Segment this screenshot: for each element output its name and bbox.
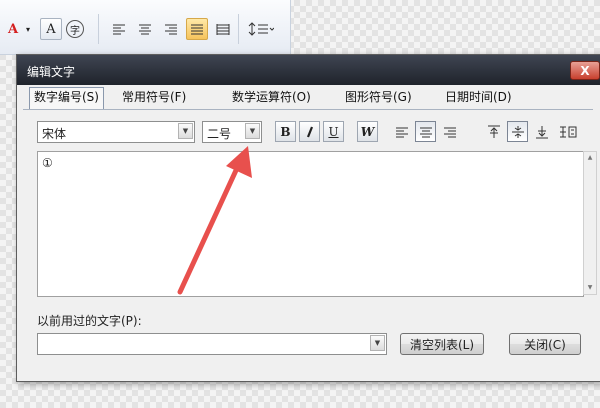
valign-top-button[interactable] xyxy=(483,121,504,142)
valign-bottom-icon xyxy=(535,125,548,138)
dialog-title: 编辑文字 xyxy=(27,65,76,79)
distribute-vertical-icon xyxy=(560,126,577,137)
tab-divider xyxy=(23,109,593,110)
justify-icon xyxy=(191,24,203,35)
wordart-label: W xyxy=(360,124,375,139)
char-shading-button[interactable]: A xyxy=(40,18,62,40)
dialog-titlebar: 编辑文字 xyxy=(17,55,600,85)
chevron-down-icon[interactable]: ▼ xyxy=(178,123,193,139)
bold-button[interactable]: B xyxy=(275,121,296,142)
distribute-icon xyxy=(216,24,230,35)
align-center-button[interactable] xyxy=(134,18,156,40)
align-center-icon xyxy=(139,24,151,35)
close-dialog-button[interactable]: 关闭(C) xyxy=(509,333,581,355)
font-color-dropdown[interactable]: ▾ xyxy=(22,18,34,40)
distribute-vertical-button[interactable] xyxy=(555,121,581,142)
text-align-left-button[interactable] xyxy=(391,121,412,142)
line-spacing-icon xyxy=(248,22,274,36)
close-dialog-label: 关闭(C) xyxy=(524,337,566,352)
ribbon-separator xyxy=(98,14,99,44)
line-spacing-button[interactable] xyxy=(246,18,276,40)
valign-top-icon xyxy=(487,125,500,138)
justify-button[interactable] xyxy=(186,18,208,40)
wordart-button[interactable]: W xyxy=(357,121,378,142)
font-family-value: 宋体 xyxy=(42,127,67,141)
text-align-right-button[interactable] xyxy=(439,121,460,142)
align-right-icon xyxy=(165,24,177,35)
distribute-button[interactable] xyxy=(212,18,234,40)
font-color-button[interactable]: A xyxy=(2,18,24,40)
edit-text-dialog: 编辑文字 数字编号(S) 常用符号(F) 数学运算符(O) 图形符号(G) 日期… xyxy=(16,54,600,382)
char-shading-icon: A xyxy=(46,21,56,37)
ribbon-separator xyxy=(238,14,239,44)
bold-label: B xyxy=(280,124,291,139)
align-right-icon xyxy=(443,127,456,137)
tab-number[interactable]: 数字编号(S) xyxy=(29,87,104,109)
italic-button[interactable] xyxy=(299,121,320,142)
tab-graphic-symbols[interactable]: 图形符号(G) xyxy=(341,88,416,107)
align-left-button[interactable] xyxy=(108,18,130,40)
previous-text-label: 以前用过的文字(P): xyxy=(37,314,142,328)
underline-label: U xyxy=(328,124,339,139)
clear-list-label: 清空列表(L) xyxy=(409,337,475,352)
valign-bottom-button[interactable] xyxy=(531,121,552,142)
enclose-char-icon: 字 xyxy=(70,25,80,37)
scroll-down-icon[interactable]: ▼ xyxy=(585,283,595,293)
align-left-icon xyxy=(113,24,125,35)
editor-content: ① xyxy=(42,156,53,170)
font-color-icon: A xyxy=(7,21,19,37)
clear-list-button[interactable]: 清空列表(L) xyxy=(400,333,484,355)
editor-scrollbar[interactable]: ▲ ▼ xyxy=(583,151,597,295)
close-icon[interactable]: X xyxy=(570,61,600,80)
enclose-char-button[interactable]: 字 xyxy=(66,20,84,38)
underline-button[interactable]: U xyxy=(323,121,344,142)
annotation-arrow-icon xyxy=(177,146,252,295)
italic-icon xyxy=(306,126,313,137)
align-right-button[interactable] xyxy=(160,18,182,40)
tab-date-time[interactable]: 日期时间(D) xyxy=(441,88,516,107)
scroll-up-icon[interactable]: ▲ xyxy=(585,153,595,163)
ribbon-toolbar: A ▾ A 字 xyxy=(0,0,291,55)
tab-math-operators[interactable]: 数学运算符(O) xyxy=(228,88,315,107)
valign-middle-icon xyxy=(511,125,524,138)
text-editor[interactable]: ① xyxy=(37,151,584,297)
tab-common-symbols[interactable]: 常用符号(F) xyxy=(118,88,190,107)
chevron-down-icon[interactable]: ▼ xyxy=(370,335,385,351)
text-align-center-button[interactable] xyxy=(415,121,436,142)
valign-middle-button[interactable] xyxy=(507,121,528,142)
align-left-icon xyxy=(395,127,408,137)
chevron-down-icon[interactable]: ▼ xyxy=(245,123,260,139)
previous-text-select[interactable]: ▼ xyxy=(37,333,387,355)
align-center-icon xyxy=(419,127,432,137)
